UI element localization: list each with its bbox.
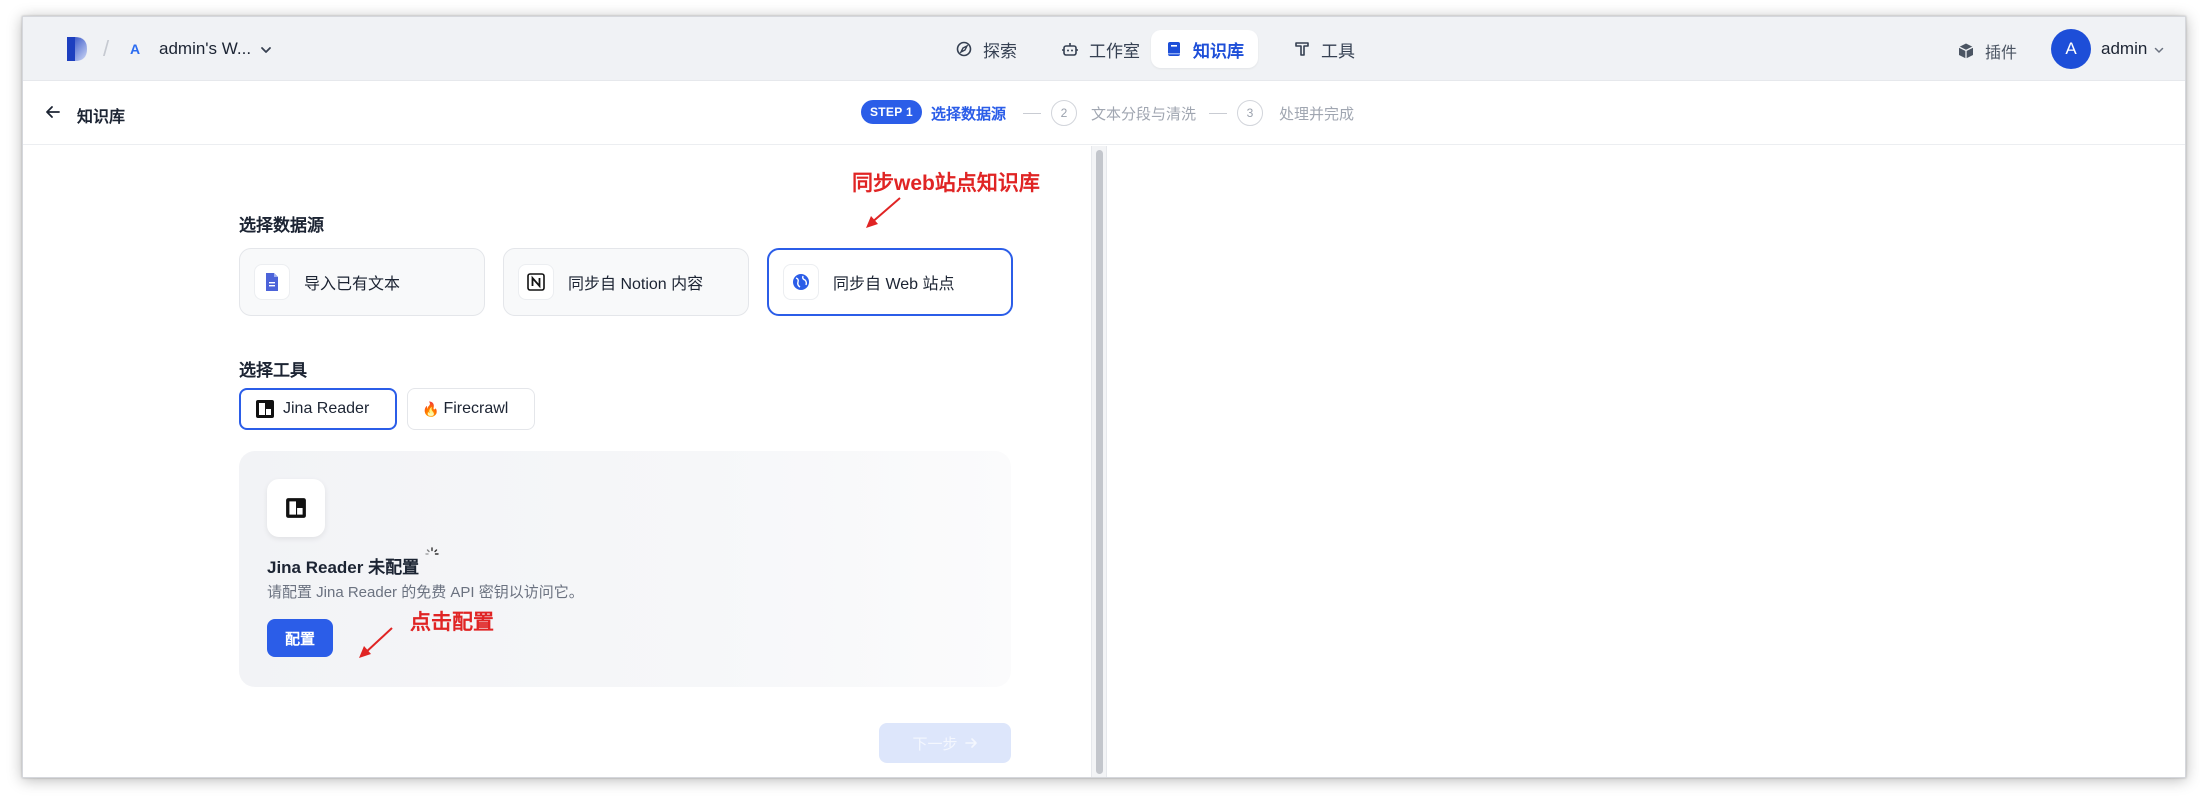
datasource-option-web[interactable]: 同步自 Web 站点 bbox=[767, 248, 1013, 316]
datasource-option-label: 导入已有文本 bbox=[304, 276, 401, 293]
nav-tab-explore[interactable]: 探索 bbox=[941, 30, 1031, 68]
nav-tab-studio[interactable]: 工作室 bbox=[1047, 30, 1154, 68]
nav-tab-label: 知识库 bbox=[1193, 41, 1244, 61]
annotation-web-sync: 同步web站点知识库 bbox=[852, 172, 1040, 195]
datasource-option-notion[interactable]: 同步自 Notion 内容 bbox=[503, 248, 749, 316]
notion-icon bbox=[518, 264, 554, 300]
robot-icon bbox=[1062, 43, 1078, 56]
config-panel: Jina Reader 未配置 请配置 Jina Reader 的免费 API … bbox=[239, 451, 1011, 687]
avatar[interactable]: A bbox=[2051, 29, 2091, 69]
tool-option-jina[interactable]: Jina Reader bbox=[239, 388, 397, 430]
panel-divider[interactable] bbox=[1091, 146, 1107, 777]
annotation-arrow-icon bbox=[866, 197, 901, 228]
configure-button[interactable]: 配置 bbox=[267, 619, 333, 657]
plugin-button[interactable]: 插件 bbox=[1957, 39, 2017, 63]
next-button-label: 下一步 bbox=[912, 735, 958, 753]
step-header: 知识库 STEP 1 选择数据源 2 文本分段与清洗 3 处理并完成 bbox=[23, 81, 2185, 145]
preview-panel bbox=[1108, 146, 2185, 777]
step-badge-2: 2 bbox=[1051, 100, 1077, 126]
nav-tab-label: 探索 bbox=[983, 41, 1017, 61]
book-icon bbox=[1168, 42, 1180, 56]
compass-icon bbox=[956, 41, 972, 57]
workspace-name[interactable]: admin's W... bbox=[159, 39, 251, 59]
nav-tab-knowledge[interactable]: 知识库 bbox=[1151, 30, 1258, 68]
plugin-label: 插件 bbox=[1985, 45, 2018, 62]
datasource-option-text[interactable]: 导入已有文本 bbox=[239, 248, 485, 316]
breadcrumb-separator: / bbox=[103, 36, 110, 61]
step-badge-1: STEP 1 bbox=[861, 100, 922, 124]
app-logo[interactable] bbox=[63, 35, 89, 63]
config-description: 请配置 Jina Reader 的免费 API 密钥以访问它。 bbox=[267, 584, 584, 601]
annotation-arrow-icon bbox=[359, 627, 393, 658]
nav-tab-label: 工作室 bbox=[1089, 41, 1140, 61]
scrollbar-thumb[interactable] bbox=[1096, 150, 1103, 774]
datasource-option-label: 同步自 Notion 内容 bbox=[568, 276, 704, 293]
next-button[interactable]: 下一步 bbox=[879, 723, 1011, 763]
globe-icon bbox=[783, 264, 819, 300]
datasource-title: 选择数据源 bbox=[239, 216, 324, 235]
back-label[interactable]: 知识库 bbox=[77, 103, 125, 127]
tool-option-label: Jina Reader bbox=[283, 400, 370, 417]
chevron-down-icon[interactable] bbox=[259, 43, 273, 57]
step-badge-3: 3 bbox=[1237, 100, 1263, 126]
workspace-badge[interactable]: A bbox=[125, 39, 145, 59]
step-divider bbox=[1023, 113, 1041, 114]
step-label-1: 选择数据源 bbox=[931, 106, 1007, 123]
fire-icon: 🔥 bbox=[422, 400, 440, 417]
app-window: / A admin's W... 探索 工作室 知识库 工具 插件 A admi… bbox=[22, 16, 2186, 778]
step-divider bbox=[1209, 113, 1227, 114]
step-label-2: 文本分段与清洗 bbox=[1091, 106, 1197, 123]
cube-icon bbox=[1958, 43, 1974, 59]
datasource-option-label: 同步自 Web 站点 bbox=[833, 276, 955, 293]
tools-title: 选择工具 bbox=[239, 361, 307, 380]
chevron-down-icon[interactable] bbox=[2153, 44, 2165, 56]
step-label-3: 处理并完成 bbox=[1279, 106, 1355, 123]
nav-tab-tools[interactable]: 工具 bbox=[1279, 30, 1369, 68]
top-nav: / A admin's W... 探索 工作室 知识库 工具 插件 A admi… bbox=[23, 17, 2185, 81]
jina-icon bbox=[267, 479, 325, 537]
config-title: Jina Reader 未配置 bbox=[267, 558, 420, 577]
nav-tab-label: 工具 bbox=[1321, 41, 1355, 61]
arrow-left-icon[interactable] bbox=[43, 102, 63, 122]
jina-icon bbox=[256, 400, 274, 418]
annotation-click-config: 点击配置 bbox=[410, 611, 494, 634]
file-text-icon bbox=[254, 264, 290, 300]
tool-option-label: Firecrawl bbox=[443, 400, 509, 417]
user-name[interactable]: admin bbox=[2101, 39, 2147, 59]
hammer-icon bbox=[1295, 42, 1309, 56]
arrow-right-icon bbox=[964, 738, 977, 748]
loading-spinner-icon bbox=[425, 547, 439, 555]
tool-option-firecrawl[interactable]: 🔥 Firecrawl bbox=[407, 388, 535, 430]
